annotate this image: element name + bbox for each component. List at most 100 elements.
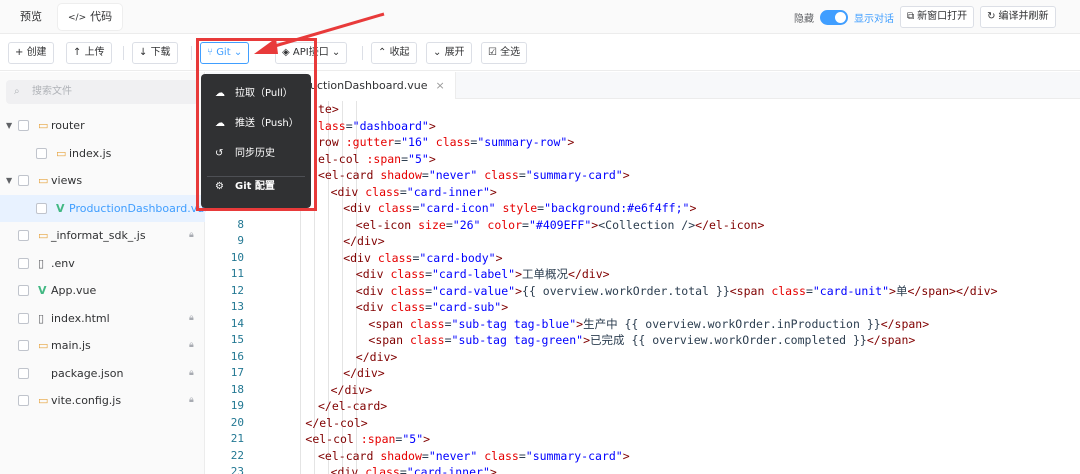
- api-icon: ◈: [282, 47, 293, 58]
- code-line: lass="dashboard">: [318, 118, 436, 133]
- file-icon: ▯: [38, 256, 45, 270]
- settings-icon: ⚙: [215, 181, 224, 192]
- code-line: <el-card shadow="never" class="summary-c…: [318, 448, 630, 463]
- line-number: 21: [230, 432, 244, 445]
- code-line: </div>: [343, 366, 385, 380]
- git-dropdown-menu: ☁ 拉取（Pull） ☁ 推送（Push） ↺ 同步历史 ⚙ Git 配置: [201, 74, 311, 208]
- upload-button[interactable]: ↑ 上传: [66, 42, 112, 64]
- separator: [123, 46, 124, 60]
- hide-toggle[interactable]: [820, 9, 848, 25]
- line-number: 11: [230, 267, 244, 280]
- tree-item-label: vite.config.js: [51, 394, 122, 407]
- tree-item[interactable]: ▭ _informat_sdk_.js 🔒︎: [0, 222, 205, 249]
- code-line: <div class="card-sub">: [355, 300, 509, 314]
- tree-checkbox[interactable]: [18, 285, 29, 296]
- cloud-upload-icon: ☁: [215, 118, 225, 129]
- download-button[interactable]: ↓ 下载: [132, 42, 178, 64]
- code-area[interactable]: te> lass="dashboard"> row :gutter="16" cla…: [206, 101, 1080, 474]
- close-icon[interactable]: ×: [436, 79, 445, 92]
- editor-tab-file[interactable]: uctionDashboard.vue ×: [306, 72, 456, 99]
- search-icon: ⌕: [14, 86, 20, 97]
- separator: [362, 46, 363, 60]
- code-line: row :gutter="16" class="summary-row">: [318, 135, 575, 149]
- api-dropdown-button[interactable]: ◈ API接口 ⌄: [275, 42, 348, 64]
- line-number: 10: [230, 250, 244, 264]
- tree-item[interactable]: ▼ ▭ router: [0, 112, 205, 139]
- line-number: 8: [237, 217, 244, 231]
- ide-window: 预览 </> 代码 隐藏 显示对话 ⧉ 新窗口打开 ↻ 编译并刷新 + 创建 ↑ 上传…: [0, 0, 1080, 474]
- code-line: </el-col>: [305, 415, 368, 430]
- file-tree-sidebar: ⌕ 搜索文件 ▼ ▭ router ▭ index.js ▼ ▭ views V Productio…: [0, 72, 211, 474]
- git-push-item[interactable]: ☁ 推送（Push）: [201, 110, 311, 138]
- tree-item[interactable]: ▯ index.html 🔒︎: [0, 305, 205, 332]
- download-icon: ↓: [139, 47, 151, 58]
- line-number: 17: [230, 366, 244, 379]
- folder-icon: ▭: [38, 174, 49, 187]
- line-number: 22: [230, 448, 244, 462]
- line-number: 15: [230, 333, 244, 346]
- tree-checkbox[interactable]: [36, 202, 47, 214]
- file-icon: ▯: [38, 311, 45, 325]
- git-pull-item[interactable]: ☁ 拉取（Pull）: [201, 80, 311, 108]
- tree-item[interactable]: V App.vue: [0, 277, 205, 304]
- refresh-icon: ↻: [987, 11, 996, 22]
- compile-refresh-button[interactable]: ↻ 编译并刷新: [980, 6, 1056, 28]
- tree-item-label: views: [51, 174, 83, 187]
- git-branch-icon: ⑂: [207, 47, 217, 58]
- code-line: <div class="card-value">{{ overview.work…: [355, 283, 998, 298]
- collapse-button[interactable]: ⌃ 收起: [371, 42, 417, 64]
- tree-item[interactable]: V ProductionDashboard.vue: [0, 194, 211, 222]
- tree-item[interactable]: ▭ vite.config.js 🔒︎: [0, 387, 205, 414]
- tree-checkbox[interactable]: [18, 257, 29, 269]
- tree-checkbox[interactable]: [18, 340, 29, 351]
- tab-code[interactable]: </> 代码: [58, 4, 123, 30]
- caret-down-icon[interactable]: ▼: [6, 167, 12, 194]
- create-button[interactable]: + 创建: [8, 42, 54, 64]
- tree-checkbox[interactable]: [18, 395, 29, 406]
- new-window-button[interactable]: ⧉ 新窗口打开: [900, 6, 975, 28]
- tree-checkbox[interactable]: [18, 230, 29, 241]
- vue-icon: V: [56, 201, 65, 215]
- show-dialog-link[interactable]: 显示对话: [854, 10, 894, 25]
- git-history-item[interactable]: ↺ 同步历史: [201, 140, 311, 168]
- tree-checkbox[interactable]: [18, 312, 29, 324]
- file-search-input[interactable]: ⌕ 搜索文件: [6, 80, 199, 104]
- tab-preview[interactable]: 预览: [10, 4, 52, 30]
- code-line: <div class="card-body">: [343, 250, 503, 265]
- code-line: <div class="card-inner">: [330, 184, 497, 199]
- tree-item[interactable]: ▭ index.js: [0, 140, 205, 167]
- tree-item[interactable]: package.json 🔒︎: [0, 360, 205, 387]
- line-number: 9: [237, 234, 244, 247]
- select-all-button[interactable]: ☑ 全选: [481, 42, 528, 64]
- code-line: <el-icon size="26" color="#409EFF"><Coll…: [355, 217, 765, 232]
- line-number: 13: [230, 300, 244, 313]
- tree-item-label: router: [51, 119, 85, 132]
- js-file-icon: ▭: [38, 339, 49, 352]
- tree-item-label: package.json: [51, 366, 124, 380]
- js-file-icon: ▭: [38, 229, 49, 242]
- checkbox-icon: ☑: [488, 47, 501, 58]
- tree-checkbox[interactable]: [18, 367, 29, 379]
- tree-item[interactable]: ▯ .env: [0, 250, 205, 277]
- code-line: <span class="sub-tag tag-blue">生产中 {{ ov…: [368, 316, 930, 331]
- editor-tab-bar: uctionDashboard.vue ×: [206, 72, 1080, 99]
- tree-checkbox[interactable]: [18, 120, 29, 131]
- tree-item-label: main.js: [51, 339, 91, 352]
- tree-item[interactable]: ▭ main.js 🔒︎: [0, 332, 205, 359]
- git-config-item[interactable]: ⚙ Git 配置: [201, 173, 311, 201]
- line-number: 14: [230, 316, 244, 330]
- git-dropdown-button[interactable]: ⑂ Git ⌄: [200, 42, 250, 64]
- folder-icon: ▭: [38, 119, 49, 132]
- upload-icon: ↑: [73, 47, 85, 58]
- tree-checkbox[interactable]: [18, 175, 29, 186]
- caret-down-icon[interactable]: ▼: [6, 112, 12, 139]
- lock-icon: 🔒︎: [189, 230, 194, 240]
- code-line: <el-card shadow="never" class="summary-c…: [318, 168, 630, 182]
- tree-checkbox[interactable]: [36, 147, 47, 159]
- line-number: 12: [230, 283, 244, 297]
- tree-item[interactable]: ▼ ▭ views: [0, 167, 205, 194]
- expand-button[interactable]: ⌄ 展开: [426, 42, 472, 64]
- code-icon: </>: [68, 13, 87, 23]
- lock-icon: 🔒︎: [189, 340, 194, 350]
- line-number: 18: [230, 382, 244, 396]
